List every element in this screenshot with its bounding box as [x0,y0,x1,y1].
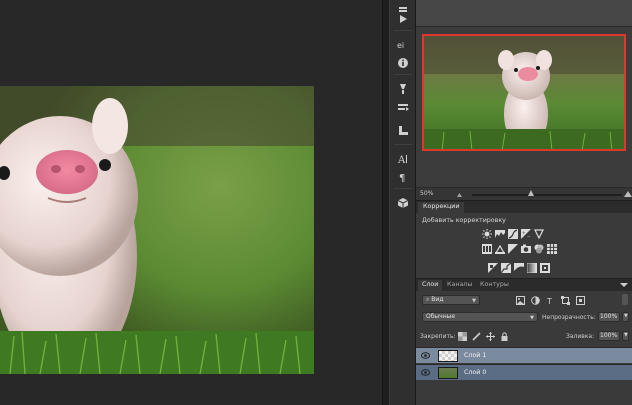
opacity-value: 100% [600,313,618,320]
filter-adjustment-icon[interactable] [531,296,540,305]
filter-type-icon[interactable]: T [546,296,555,305]
3d-icon[interactable] [396,196,410,210]
layer-thumbnail [438,350,458,362]
levels-icon[interactable] [495,229,505,239]
filter-smart-object-icon[interactable] [576,296,585,305]
tab-layers[interactable]: Слои [418,280,443,291]
posterize-icon[interactable] [501,263,511,273]
navigator-thumbnail[interactable] [422,34,626,151]
layer-row[interactable]: Слой 0 [416,364,632,380]
adjustments-panel: Коррекции Добавить корректировку + − [416,200,632,278]
adjustments-row-2 [482,244,557,254]
adjustments-row-3 [488,263,550,273]
tab-adjustments[interactable]: Коррекции [418,202,465,213]
lock-paint-icon[interactable] [472,332,481,341]
tab-paths[interactable]: Контуры [476,280,513,291]
black-white-icon[interactable] [508,244,518,254]
lock-transparent-icon[interactable] [458,332,467,341]
panel-divider[interactable] [382,0,390,405]
filter-toggle-switch[interactable] [622,294,628,305]
threshold-icon[interactable] [514,263,524,273]
eye-icon[interactable] [421,369,430,376]
collapsed-panels-column: ei A ¶ [390,0,416,405]
lock-all-icon[interactable] [500,332,509,341]
opacity-label: Непрозрачность: [542,314,596,321]
filter-pixel-icon[interactable] [516,296,525,305]
zoom-slider-thumb[interactable] [528,190,534,196]
lock-move-icon[interactable] [486,332,495,341]
layers-panel: Слои Каналы Контуры ⌕ Вид ▼ T Обычные ▼ … [416,278,632,405]
color-lookup-icon[interactable] [547,244,557,254]
fill-value: 100% [600,332,618,339]
character-icon[interactable]: A [396,152,410,166]
chevron-down-icon: ▼ [530,315,534,321]
document-canvas[interactable] [0,0,382,405]
zoom-out-icon[interactable] [456,191,463,198]
tab-channels[interactable]: Каналы [443,280,476,291]
invert-icon[interactable] [488,263,498,273]
photo-filter-icon[interactable] [521,244,531,254]
eye-icon[interactable] [421,352,430,359]
svg-text:+: + [522,230,525,235]
vibrance-icon[interactable] [534,229,544,239]
layer-row-selected[interactable]: Слой 1 [416,347,632,363]
zoom-in-icon[interactable] [624,190,632,198]
svg-text:A: A [397,155,406,165]
navigator-panel: 50% [416,0,632,200]
chevron-down-icon: ▼ [624,313,628,319]
zoom-value[interactable]: 50% [420,190,433,197]
layer-filter-select[interactable]: ⌕ Вид ▼ [422,295,480,305]
layers-tabbar: Слои Каналы Контуры [416,279,632,291]
svg-text:−: − [527,234,530,239]
fill-dropdown[interactable]: ▼ [622,331,629,341]
exposure-icon[interactable]: + − [521,229,531,239]
layer-thumbnail [438,367,458,379]
paragraph-icon[interactable]: ¶ [396,170,410,184]
filter-shape-icon[interactable] [561,296,570,305]
chevron-down-icon: ▼ [624,332,628,338]
hue-saturation-icon[interactable] [482,244,492,254]
search-icon: ⌕ [426,296,430,303]
gradient-map-icon[interactable] [527,263,537,273]
navigator-zoom-bar: 50% [416,187,632,200]
info-icon[interactable] [396,56,410,70]
brush-presets-icon[interactable] [396,82,410,96]
brightness-icon[interactable] [482,229,492,239]
lock-label: Закрепить: [420,333,456,340]
fill-label: Заливка: [566,333,595,340]
curves-icon[interactable] [508,229,518,239]
blend-mode-select[interactable]: Обычные ▼ [422,312,538,322]
layer-name[interactable]: Слой 1 [464,352,486,359]
brush-panel-icon[interactable] [396,100,410,114]
navigator-view-rectangle[interactable] [422,34,626,151]
right-panel-stack: 50% Коррекции Добавить корректировку + −… [416,0,632,405]
piglet-photo [0,86,314,374]
adjustments-tabbar: Коррекции [416,201,632,213]
selective-color-icon[interactable] [540,263,550,273]
zoom-slider[interactable] [472,194,622,196]
adjustments-row-1: + − [482,229,544,239]
blend-mode-value: Обычные [426,313,456,320]
panel-menu-icon[interactable] [620,281,628,289]
clone-source-icon[interactable] [396,124,410,138]
adjustments-subtitle: Добавить корректировку [422,217,506,224]
play-action-icon[interactable] [396,12,410,26]
svg-text:¶: ¶ [399,173,405,183]
color-balance-icon[interactable] [495,244,505,254]
fill-input[interactable]: 100% [598,331,620,341]
svg-text:ei: ei [397,41,404,50]
chevron-down-icon: ▼ [472,298,476,304]
opacity-input[interactable]: 100% [598,312,620,322]
navigator-header [416,0,632,27]
opacity-dropdown[interactable]: ▼ [622,312,629,322]
layer-name[interactable]: Слой 0 [464,369,486,376]
info-panel-icon[interactable]: ei [396,38,410,52]
filter-kind: Вид [431,296,444,303]
svg-text:T: T [546,297,552,305]
channel-mixer-icon[interactable] [534,244,544,254]
document-image[interactable] [0,86,314,374]
